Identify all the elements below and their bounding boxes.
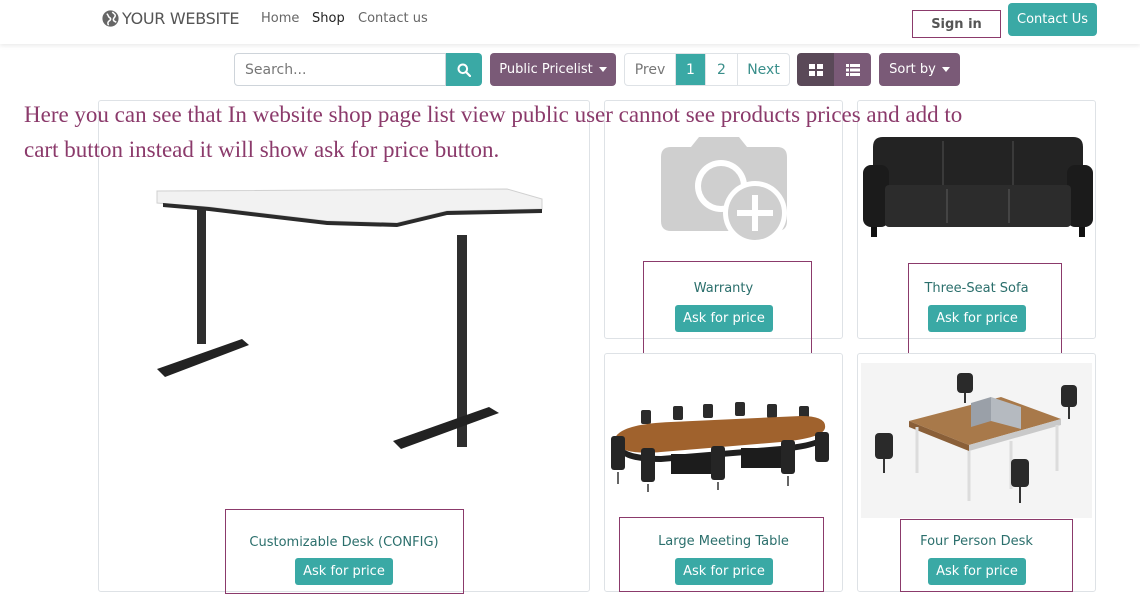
pager-next[interactable]: Next xyxy=(738,54,789,85)
product-name[interactable]: Large Meeting Table xyxy=(605,534,842,549)
grid-view-icon xyxy=(808,63,823,76)
ask-for-price-button[interactable]: Ask for price xyxy=(295,558,393,585)
sort-by-label: Sort by xyxy=(889,62,936,77)
pager-page-2[interactable]: 2 xyxy=(706,54,738,85)
product-card[interactable]: Four Person Desk Ask for price xyxy=(857,353,1096,592)
contact-us-button[interactable]: Contact Us xyxy=(1008,3,1097,36)
pager-prev[interactable]: Prev xyxy=(625,54,676,85)
search-button[interactable] xyxy=(446,53,482,86)
grid-view-button[interactable] xyxy=(797,53,834,86)
ask-for-price-button[interactable]: Ask for price xyxy=(928,558,1026,585)
product-card[interactable]: Large Meeting Table Ask for price xyxy=(604,353,843,592)
nav-home[interactable]: Home xyxy=(261,11,299,26)
shop-page: YOUR WEBSITE Home Shop Contact us Sign i… xyxy=(0,0,1140,600)
pricelist-label: Public Pricelist xyxy=(499,62,593,77)
product-name[interactable]: Three-Seat Sofa xyxy=(858,281,1095,296)
list-view-button[interactable] xyxy=(834,53,871,86)
globe-icon xyxy=(102,10,119,27)
nav-contact-us[interactable]: Contact us xyxy=(358,11,428,26)
product-image-meeting-table xyxy=(611,402,829,492)
sort-by-dropdown[interactable]: Sort by xyxy=(879,53,960,86)
caret-down-icon xyxy=(598,67,607,72)
product-image-corner-desk xyxy=(156,188,543,449)
list-view-icon xyxy=(845,63,860,76)
site-logo-text: YOUR WEBSITE xyxy=(122,9,240,28)
pager: Prev 1 2 Next xyxy=(624,53,790,86)
nav-shop[interactable]: Shop xyxy=(312,11,345,26)
product-name[interactable]: Four Person Desk xyxy=(858,534,1095,549)
caret-down-icon xyxy=(941,67,950,72)
ask-for-price-button[interactable]: Ask for price xyxy=(675,558,773,585)
ask-for-price-button[interactable]: Ask for price xyxy=(928,305,1026,332)
search-input[interactable] xyxy=(234,53,446,86)
site-logo[interactable]: YOUR WEBSITE xyxy=(101,9,240,28)
sign-in-button[interactable]: Sign in xyxy=(912,10,1001,38)
site-header: YOUR WEBSITE Home Shop Contact us Sign i… xyxy=(0,0,1140,44)
annotation-text: Here you can see that In website shop pa… xyxy=(24,102,963,162)
product-name[interactable]: Customizable Desk (CONFIG) xyxy=(99,535,589,550)
pager-page-1[interactable]: 1 xyxy=(676,54,706,85)
product-name[interactable]: Warranty xyxy=(605,281,842,296)
ask-for-price-button[interactable]: Ask for price xyxy=(675,305,773,332)
pricelist-dropdown[interactable]: Public Pricelist xyxy=(490,53,616,86)
product-card[interactable]: Customizable Desk (CONFIG) Ask for price xyxy=(98,100,590,592)
product-image-office-desk xyxy=(861,363,1092,518)
search-icon xyxy=(457,63,471,77)
